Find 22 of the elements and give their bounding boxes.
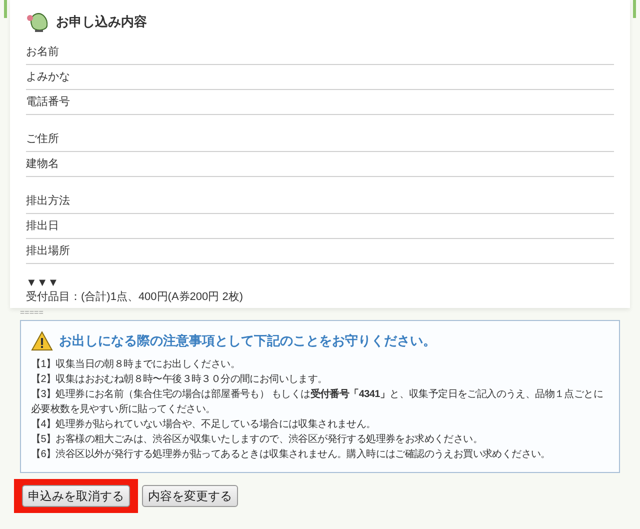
field-label: 排出方法 xyxy=(26,194,70,208)
notice-item: 【6】渋谷区以外が発行する処理券が貼ってあるときは収集されません。購入時にはご確認のうえお買い求めください。 xyxy=(31,448,552,462)
notice-item: 【1】収集当日の朝８時までにお出しください。 xyxy=(31,358,241,372)
field-label: ご住所 xyxy=(26,132,59,146)
marker-text: ▼▼▼ xyxy=(26,276,59,290)
action-button[interactable]: 申込みを取消する xyxy=(22,485,130,507)
field-label: 建物名 xyxy=(26,156,59,172)
warning-icon xyxy=(31,331,53,351)
field-label: 排出日 xyxy=(26,218,59,234)
notice-item: 【5】お客様の粗大ごみは、渋谷区が収集いたしますので、渋谷区が発行する処理券をお求めください。 xyxy=(31,432,484,447)
notice-item: 【3】処理券にお名前（集合住宅の場合は部屋番号も） もしくは受付番号「4341」と、収集予定日をご記入のうえ、品物１点ごとに必要枚数を見やすい所に貼ってください。 xyxy=(31,388,604,417)
field-label: よみかな xyxy=(26,70,70,84)
notice-item: 【4】処理券が貼られていない場合や、不足している場合には収集されません。 xyxy=(31,418,377,432)
action-button[interactable]: 内容を変更する xyxy=(142,485,238,507)
field-label: お名前 xyxy=(26,44,59,60)
field-label: 電話番号 xyxy=(26,94,70,110)
summary-text: 受付品目：(合計)1点、400円(A券200円 2枚) xyxy=(26,290,243,304)
field-label: 排出場所 xyxy=(26,244,70,258)
notice-item: 【2】収集はおおむね朝８時〜午後３時３０分の間にお伺いします。 xyxy=(31,372,328,387)
separator-text: ===== xyxy=(20,308,44,318)
section-title: お申し込み内容 xyxy=(56,13,147,32)
notice-title: お出しになる際の注意事項として下記のことをお守りください。 xyxy=(59,332,436,350)
